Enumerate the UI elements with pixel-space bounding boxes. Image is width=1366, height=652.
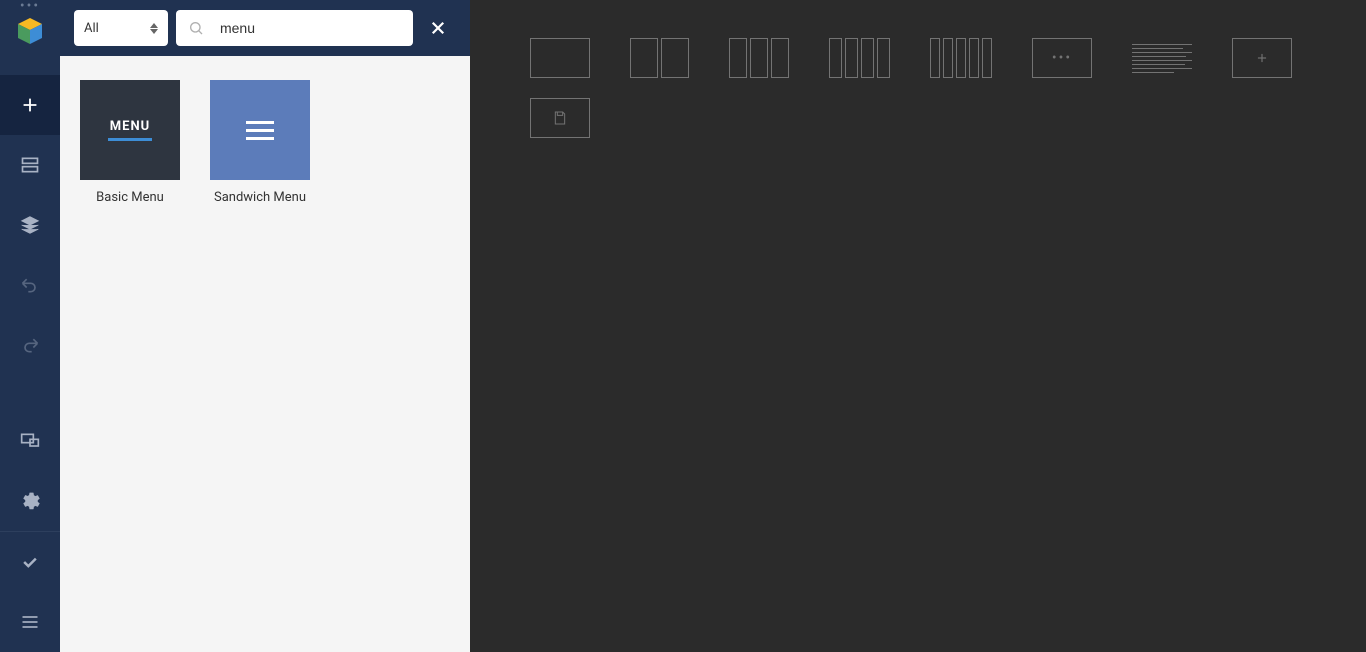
panel-header: All — [60, 0, 470, 56]
search-box — [176, 10, 413, 46]
thumb-text: MENU — [110, 119, 150, 134]
logo-icon[interactable] — [15, 16, 45, 46]
dropdown-arrows-icon — [150, 23, 158, 34]
layout-1col[interactable] — [530, 38, 590, 78]
layout-3col[interactable] — [729, 38, 789, 78]
logo-section: ••• — [0, 0, 60, 75]
responsive-button[interactable] — [0, 411, 60, 471]
hamburger-icon — [246, 121, 274, 140]
element-basic-menu[interactable]: MENU Basic Menu — [80, 80, 180, 205]
layout-row-2 — [530, 98, 1306, 138]
canvas-area: ••• — [470, 0, 1366, 652]
layout-text-lines-icon[interactable] — [1132, 44, 1192, 73]
layers-button[interactable] — [0, 195, 60, 255]
thumb-underline — [108, 138, 152, 141]
element-label: Basic Menu — [96, 190, 164, 205]
filter-dropdown[interactable]: All — [74, 10, 168, 46]
vertical-toolbar: ••• — [0, 0, 60, 652]
layout-row-1: ••• — [530, 38, 1306, 78]
rows-button[interactable] — [0, 135, 60, 195]
elements-grid: MENU Basic Menu Sandwich Menu — [60, 56, 470, 229]
add-element-button[interactable] — [0, 75, 60, 135]
settings-button[interactable] — [0, 471, 60, 531]
search-input[interactable] — [220, 20, 401, 36]
search-icon — [188, 20, 204, 36]
element-thumb: MENU — [80, 80, 180, 180]
elements-panel: All MENU Basic Menu — [60, 0, 470, 652]
logo-dots: ••• — [20, 2, 40, 10]
layout-5col[interactable] — [930, 38, 992, 78]
menu-button[interactable] — [0, 592, 60, 652]
layout-add[interactable] — [1232, 38, 1292, 78]
layout-4col[interactable] — [829, 38, 890, 78]
filter-dropdown-text: All — [84, 21, 150, 36]
element-label: Sandwich Menu — [214, 190, 306, 205]
layout-2col[interactable] — [630, 38, 689, 78]
element-thumb — [210, 80, 310, 180]
close-panel-button[interactable] — [421, 10, 456, 46]
save-check-button[interactable] — [0, 532, 60, 592]
redo-button[interactable] — [0, 315, 60, 375]
element-sandwich-menu[interactable]: Sandwich Menu — [210, 80, 310, 205]
layout-template[interactable] — [530, 98, 590, 138]
layout-more[interactable]: ••• — [1032, 38, 1092, 78]
undo-button[interactable] — [0, 255, 60, 315]
